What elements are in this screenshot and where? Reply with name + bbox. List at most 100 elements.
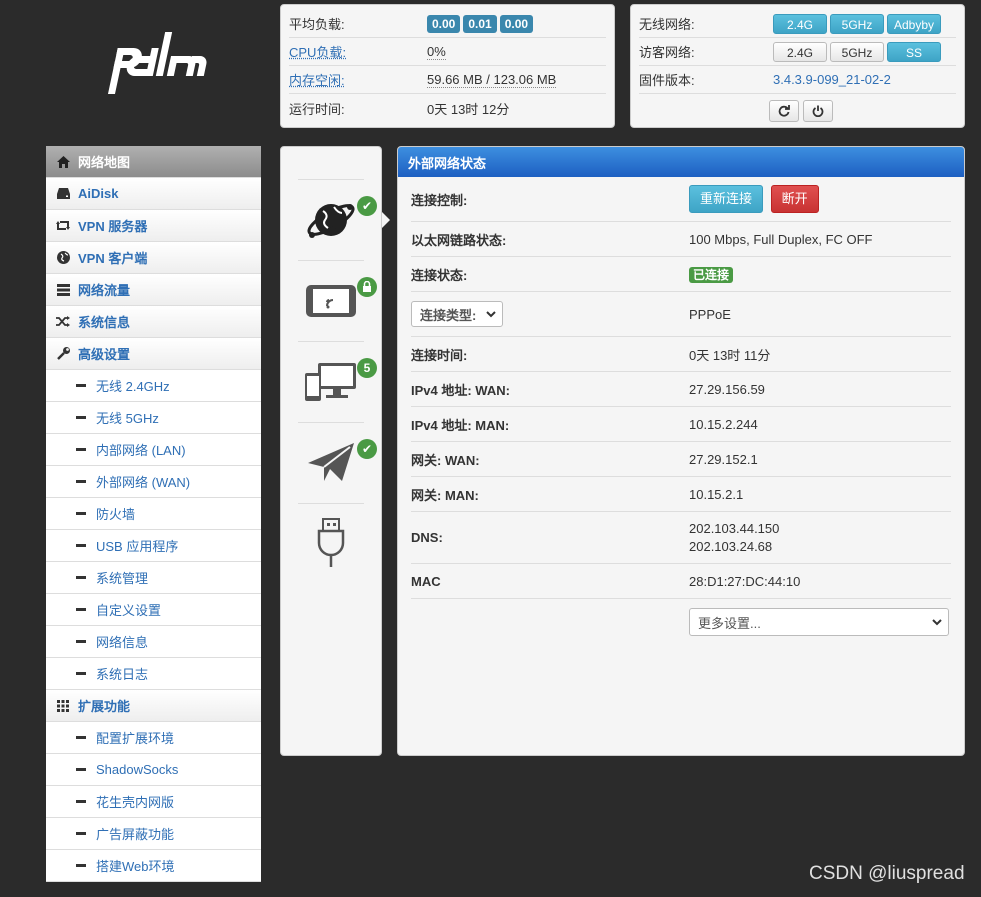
internet-status-item[interactable]	[298, 180, 364, 260]
sidebar-item-label: 内部网络 (LAN)	[96, 443, 186, 458]
firmware-version-link[interactable]: 3.4.3.9-099_21-02-2	[773, 72, 891, 87]
uptime-row: 运行时间: 0天 13时 12分	[289, 94, 606, 122]
dns-label: DNS:	[411, 530, 443, 545]
wireless-client-item[interactable]	[298, 261, 364, 341]
sidebar-item-label: 无线 5GHz	[96, 411, 159, 426]
network-panel: 无线网络: 2.4G 5GHz Adbyby 访客网络: 2.4G 5GHz S…	[630, 4, 965, 128]
vpn-item[interactable]	[298, 423, 364, 503]
ipv4-wan-row: IPv4 地址: WAN: 27.29.156.59	[411, 372, 951, 407]
sidebar-item-16[interactable]: 系统日志	[46, 658, 261, 690]
bullet-dash-icon	[76, 544, 86, 547]
sidebar-item-2[interactable]: VPN 服务器	[46, 210, 261, 242]
sidebar-item-label: 扩展功能	[78, 699, 131, 714]
sidebar-item-21[interactable]: 广告屏蔽功能	[46, 818, 261, 850]
gateway-wan-row: 网关: WAN: 27.29.152.1	[411, 442, 951, 477]
memory-free-link[interactable]: 内存空闲:	[289, 70, 427, 89]
ethernet-row: 以太网链路状态: 100 Mbps, Full Duplex, FC OFF	[411, 222, 951, 257]
bullet-dash-icon	[76, 832, 86, 835]
sidebar-item-10[interactable]: 外部网络 (WAN)	[46, 466, 261, 498]
refresh-button[interactable]	[768, 100, 799, 122]
time-value: 0天 13时 11分	[689, 347, 771, 363]
computers-icon	[305, 363, 356, 401]
paper-plane-icon	[308, 443, 354, 481]
sidebar-item-label: 无线 2.4GHz	[96, 379, 170, 394]
sidebar-item-label: 防火墙	[96, 507, 136, 522]
retweet-icon	[56, 219, 70, 233]
sidebar-item-14[interactable]: 自定义设置	[46, 594, 261, 626]
ipv4-man-value: 10.15.2.244	[689, 416, 758, 432]
grid-icon	[56, 699, 70, 713]
dns-secondary-value: 202.103.24.68	[689, 538, 773, 554]
sidebar-item-19[interactable]: ShadowSocks	[46, 754, 261, 786]
type-row: 连接类型: PPPoE	[411, 292, 951, 337]
sidebar-item-label: 系统管理	[96, 571, 149, 586]
wan-status-panel: 外部网络状态 连接控制: 重新连接 断开 以太网链路状态: 100 Mbps, …	[397, 146, 965, 756]
sidebar-item-label: 网络信息	[96, 635, 149, 650]
usb-item[interactable]	[298, 504, 364, 584]
mobile-device-icon	[306, 285, 356, 317]
action-icons	[639, 100, 956, 122]
sidebar-item-13[interactable]: 系统管理	[46, 562, 261, 594]
guest-24g-button[interactable]: 2.4G	[773, 41, 827, 62]
sidebar-item-18[interactable]: 配置扩展环境	[46, 722, 261, 754]
ipv4-man-label: IPv4 地址: MAN:	[411, 417, 510, 433]
ipv4-wan-value: 27.29.156.59	[689, 381, 765, 397]
sidebar-menu: 网络地图 AiDisk VPN 服务器 VPN 客户端 网络流量系统信息高级设置无线 2…	[46, 146, 261, 882]
sidebar-item-9[interactable]: 内部网络 (LAN)	[46, 434, 261, 466]
adbyby-button[interactable]: Adbyby	[887, 13, 941, 34]
cpu-row: CPU负载: 0%	[289, 38, 606, 66]
sidebar-item-5[interactable]: 系统信息	[46, 306, 261, 338]
random-icon	[56, 315, 70, 329]
dns-primary-value: 202.103.44.150	[689, 520, 780, 536]
more-settings-label: 更多设置...	[698, 615, 761, 631]
load-1min-badge: 0.00	[427, 14, 461, 33]
internet-ok-check-icon: ✔	[357, 196, 377, 216]
sidebar-item-22[interactable]: 搭建Web环境	[46, 850, 261, 882]
wireless-24g-button[interactable]: 2.4G	[773, 13, 827, 34]
sidebar-item-label: 系统信息	[78, 315, 131, 330]
gateway-wan-value: 27.29.152.1	[689, 451, 758, 467]
power-button[interactable]	[802, 100, 833, 122]
ipv4-wan-label: IPv4 地址: WAN:	[411, 382, 510, 398]
sidebar-item-8[interactable]: 无线 5GHz	[46, 402, 261, 434]
sidebar-item-0[interactable]: 网络地图	[46, 146, 261, 178]
ethernet-value: 100 Mbps, Full Duplex, FC OFF	[689, 231, 873, 247]
wireless-5ghz-button[interactable]: 5GHz	[830, 13, 884, 34]
chevron-down-icon	[932, 618, 942, 625]
sidebar-item-12[interactable]: USB 应用程序	[46, 530, 261, 562]
sidebar-item-1[interactable]: AiDisk	[46, 178, 261, 210]
sidebar-item-20[interactable]: 花生壳内网版	[46, 786, 261, 818]
guest-label: 访客网络:	[639, 45, 695, 60]
disconnect-button[interactable]: 断开	[770, 185, 819, 213]
ipv4-man-row: IPv4 地址: MAN: 10.15.2.244	[411, 407, 951, 442]
disk-icon	[56, 187, 70, 201]
ss-button[interactable]: SS	[887, 41, 941, 62]
connected-badge: 已连接	[689, 266, 734, 283]
mac-label: MAC	[411, 573, 441, 589]
sidebar-item-4[interactable]: 网络流量	[46, 274, 261, 306]
gateway-man-row: 网关: MAN: 10.15.2.1	[411, 477, 951, 512]
tasks-icon	[56, 283, 70, 297]
sidebar-item-11[interactable]: 防火墙	[46, 498, 261, 530]
home-icon	[56, 155, 70, 169]
sidebar-item-label: AiDisk	[78, 186, 119, 201]
sidebar-item-17[interactable]: 扩展功能	[46, 690, 261, 722]
cpu-load-link[interactable]: CPU负载:	[289, 42, 427, 61]
reconnect-button[interactable]: 重新连接	[689, 185, 764, 213]
more-settings-select[interactable]: 更多设置...	[689, 608, 949, 636]
clients-item[interactable]	[298, 342, 364, 422]
firmware-label: 固件版本:	[639, 73, 695, 88]
sidebar-item-15[interactable]: 网络信息	[46, 626, 261, 658]
sidebar-item-3[interactable]: VPN 客户端	[46, 242, 261, 274]
gateway-man-label: 网关: MAN:	[411, 487, 479, 503]
guest-5ghz-button[interactable]: 5GHz	[830, 41, 884, 62]
bullet-dash-icon	[76, 864, 86, 867]
wireless-lock-icon	[357, 277, 377, 297]
sidebar-item-7[interactable]: 无线 2.4GHz	[46, 370, 261, 402]
sidebar-item-label: 自定义设置	[96, 603, 162, 618]
uptime-label: 运行时间:	[289, 101, 345, 117]
sidebar-item-6[interactable]: 高级设置	[46, 338, 261, 370]
connection-type-select[interactable]: 连接类型:	[411, 301, 503, 327]
wireless-row: 无线网络: 2.4G 5GHz Adbyby	[639, 10, 956, 38]
status-row: 连接状态: 已连接	[411, 257, 951, 292]
